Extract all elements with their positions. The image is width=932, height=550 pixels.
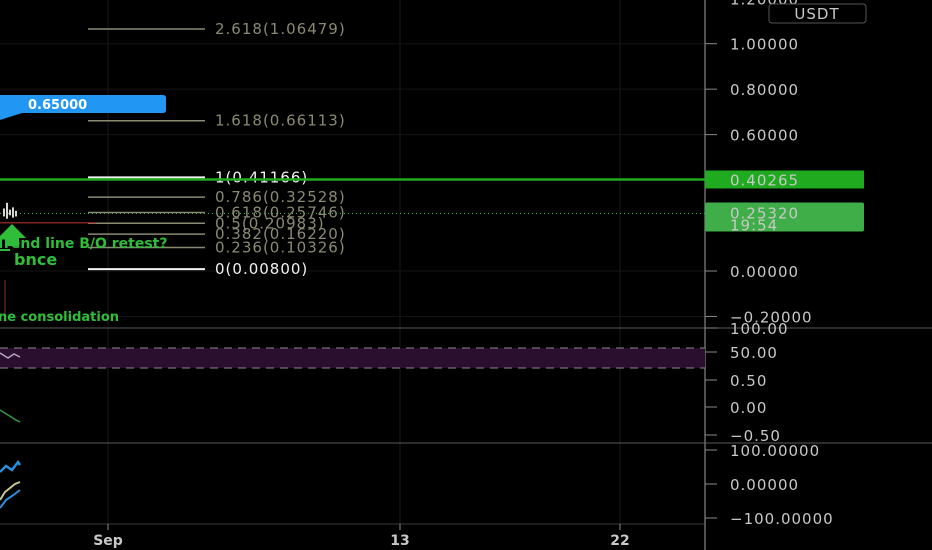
fib-level-label: 1.618(0.66113): [215, 112, 346, 130]
annotation-consolidation: ne consolidation: [0, 310, 119, 325]
oscillator-tick-label: 0.00000: [730, 476, 799, 494]
grid-lines: [0, 0, 705, 524]
fib-level-label: 0(0.00800): [215, 260, 308, 278]
rsi-tick-label: 0.00: [730, 399, 767, 417]
x-axis: Sep 13 22: [93, 524, 630, 549]
price-callout: 0.65000: [0, 95, 166, 120]
level-price-label: 0.40265: [730, 171, 799, 189]
oscillator-tick-label: 100.00000: [730, 442, 820, 460]
rsi-secondary-line: [0, 409, 21, 423]
fib-level-label: 1(0.41166): [215, 168, 308, 186]
fib-level-label: 0.236(0.10326): [215, 239, 346, 257]
oscillator-line-blue-2: [0, 489, 21, 509]
oscillator-tick-label: −100.00000: [730, 510, 834, 528]
price-tick-label: 0.60000: [730, 127, 799, 145]
rsi-band: [0, 348, 705, 368]
oscillator-panel: 100.00000 0.00000 −100.00000: [0, 442, 834, 528]
price-axis-ticks: 1.200001.000000.800000.600000.400000.000…: [705, 0, 812, 326]
price-tick-label: 0.00000: [730, 263, 799, 281]
callout-label: 0.65000: [28, 98, 87, 113]
x-tick-label: 22: [610, 533, 629, 549]
x-tick-label: 13: [390, 533, 409, 549]
rsi-tick-label: 0.50: [730, 372, 767, 390]
annotation-bnce: bnce: [14, 250, 57, 269]
x-tick-label: Sep: [93, 533, 123, 549]
oscillator-line-blue: [0, 459, 22, 473]
rsi-tick-label: 50.00: [730, 344, 778, 362]
rsi-tick-label: 100.00: [730, 320, 789, 338]
price-tick-label: 0.80000: [730, 81, 799, 99]
unit-badge-label: USDT: [794, 5, 839, 23]
price-chart[interactable]: 2.618(1.06479) 1.618(0.66113) 1(0.41166) 0.…: [0, 0, 932, 550]
countdown-label: 19:54: [730, 216, 778, 234]
fib-level-label: 2.618(1.06479): [215, 20, 346, 38]
price-tick-label: 1.00000: [730, 36, 799, 54]
rsi-panel: 100.0050.000.500.00−0.50: [0, 320, 789, 445]
